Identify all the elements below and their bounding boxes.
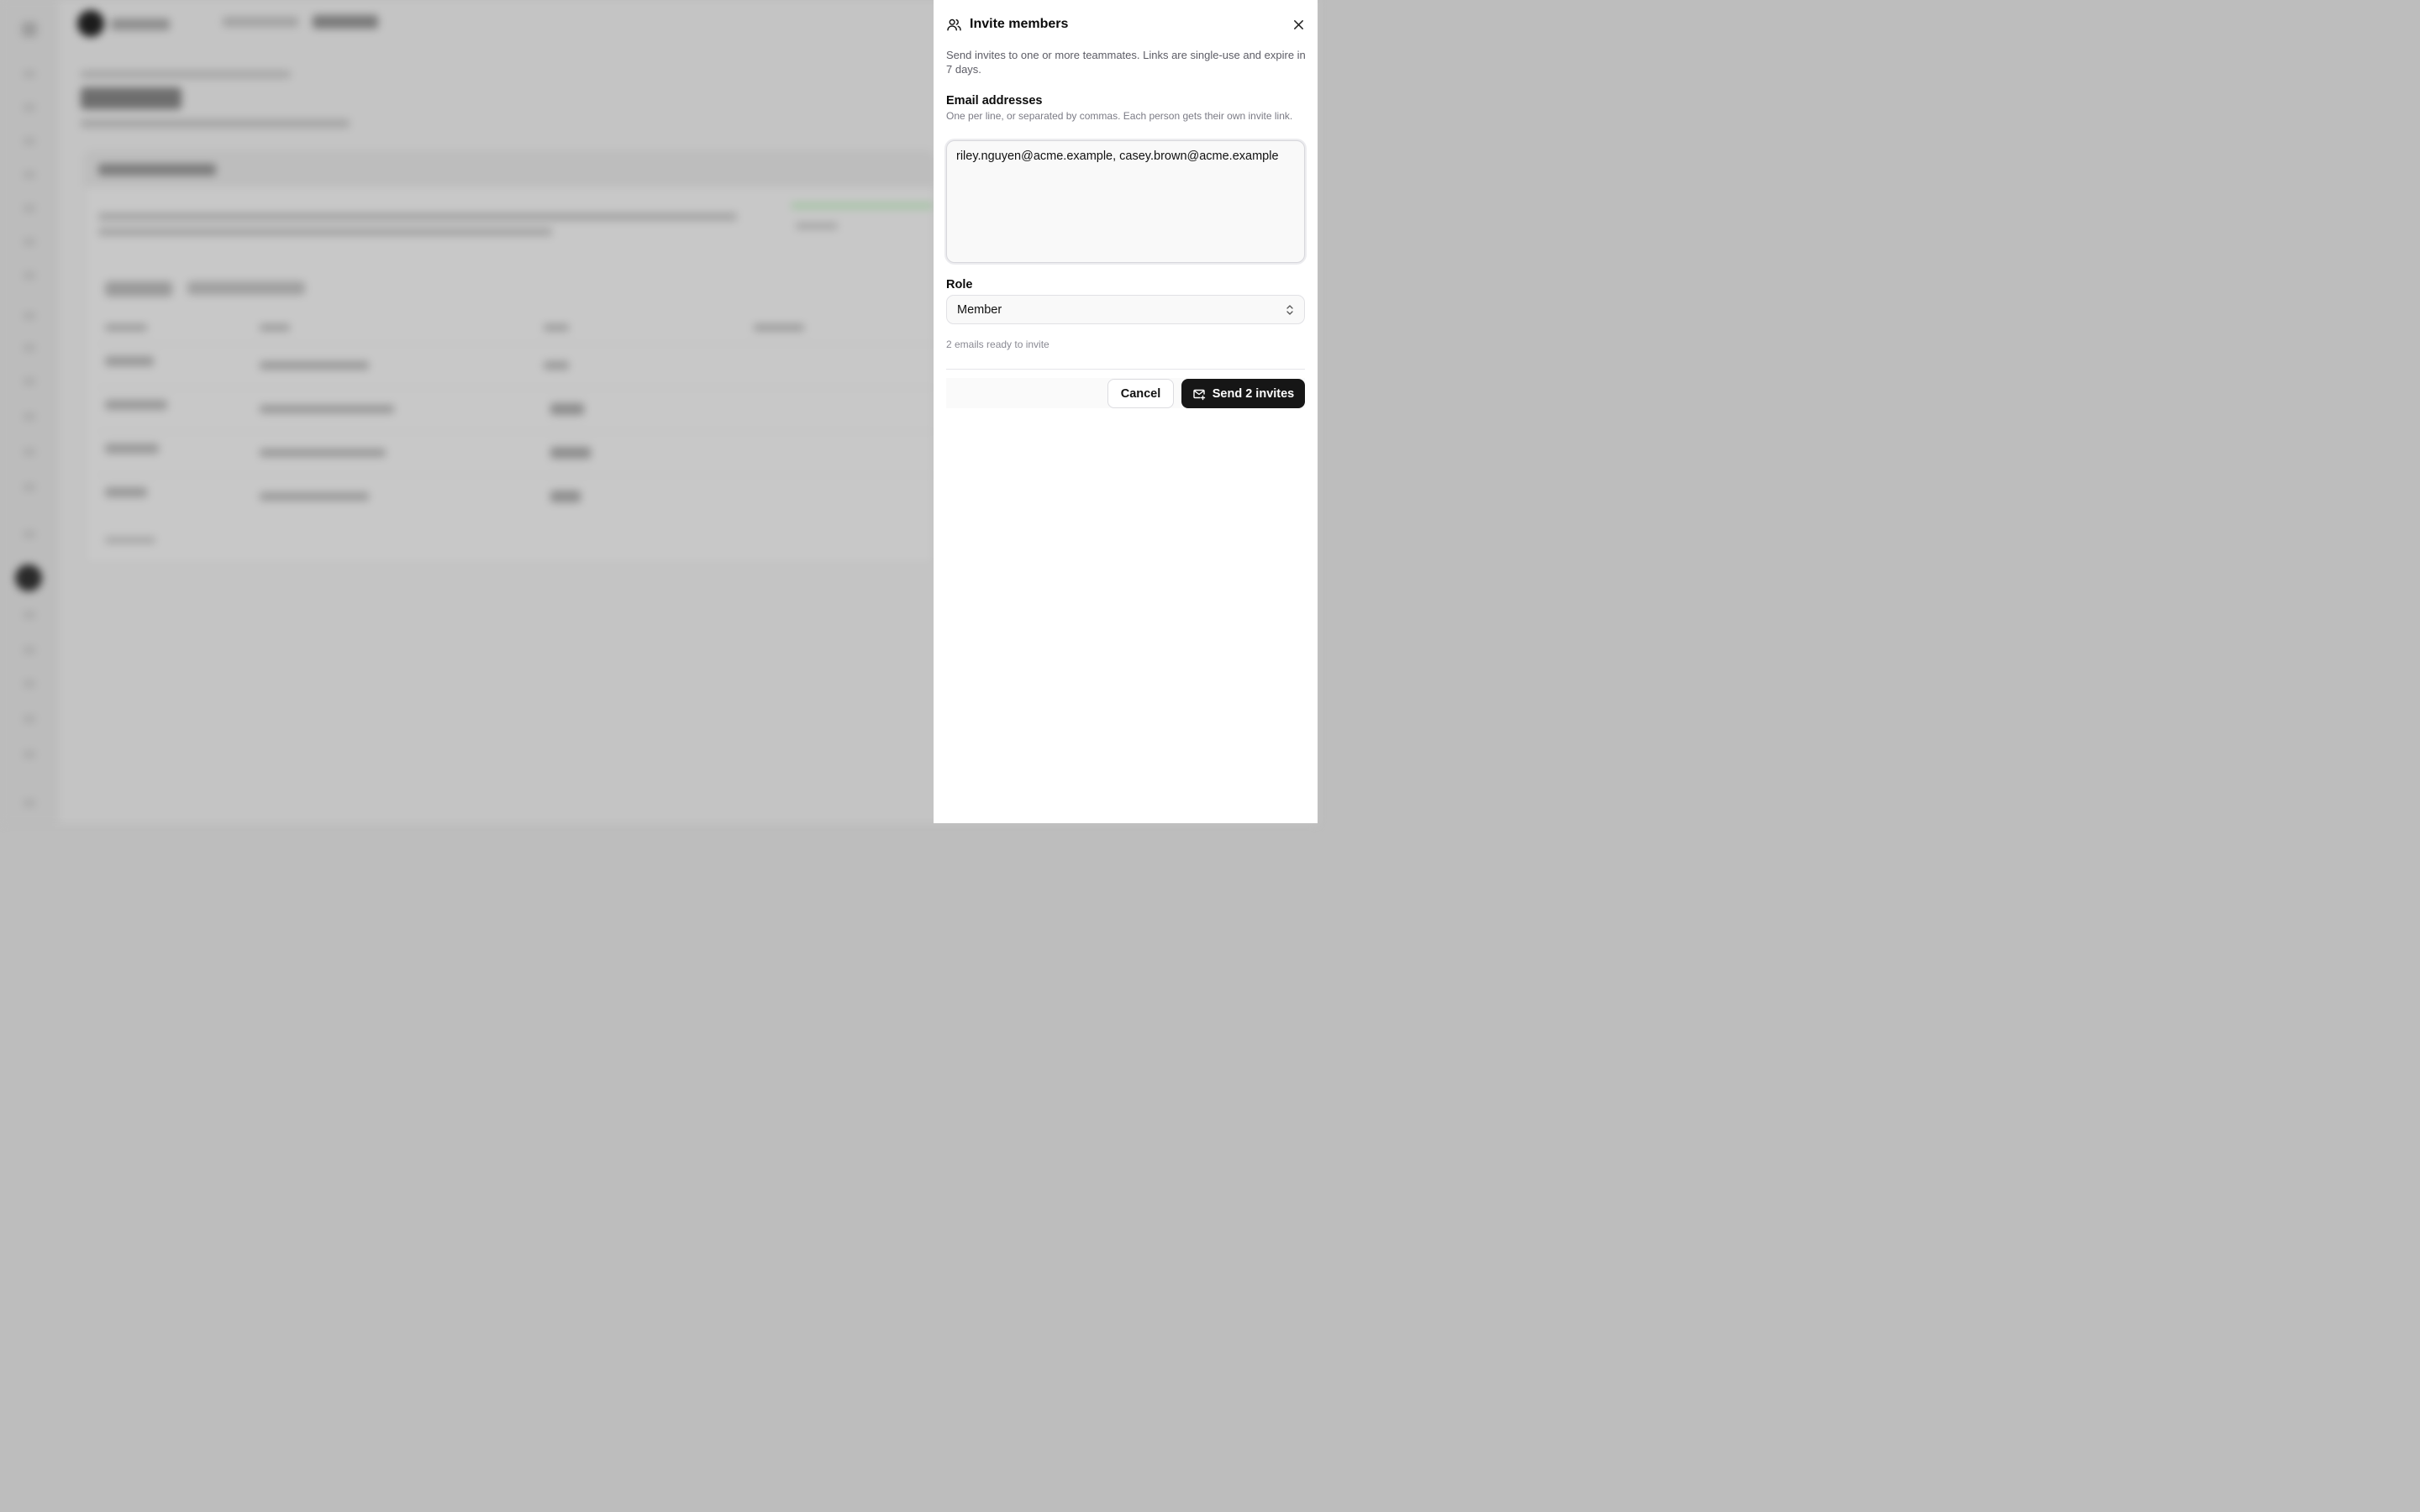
invite-members-drawer: Invite members Send invites to one or mo…: [934, 0, 1318, 823]
background-card-title: [98, 164, 216, 176]
email-addresses-input[interactable]: riley.nguyen@acme.example, casey.brown@a…: [946, 140, 1305, 263]
background-rail: [0, 0, 59, 823]
background-rail-item: [24, 680, 35, 687]
background-cell: [550, 403, 584, 415]
background-rail-item: [24, 239, 35, 245]
background-cell: [260, 449, 386, 457]
background-cell: [544, 324, 569, 331]
background-breadcrumb: [313, 15, 378, 29]
background-rail-item: [24, 716, 35, 722]
chevron-up-down-icon: [1286, 305, 1293, 315]
drawer-description: Send invites to one or more teammates. L…: [946, 49, 1306, 76]
background-breadcrumb: [223, 17, 298, 27]
footer-divider: [946, 369, 1305, 370]
background-rail-item: [24, 449, 35, 455]
background-logo-text: [111, 18, 170, 30]
background-cell: [260, 405, 394, 413]
background-table-row: [98, 344, 934, 388]
background-cell: [105, 356, 154, 366]
users-icon: [946, 16, 963, 33]
background-tab: [105, 281, 172, 297]
background-table-row: [98, 431, 934, 475]
background-rail-item: [24, 272, 35, 279]
background-rail-item: [24, 71, 35, 77]
close-button[interactable]: [1288, 14, 1308, 34]
background-rail-item: [24, 484, 35, 491]
send-invites-button[interactable]: Send 2 invites: [1181, 379, 1305, 408]
background-breadcrumb: [81, 71, 291, 78]
background-card-header: [85, 152, 934, 187]
background-rail-item: [24, 531, 35, 538]
role-select[interactable]: Member: [946, 295, 1305, 324]
background-rail-item: [24, 413, 35, 420]
background-cell: [260, 361, 369, 370]
role-label: Role: [946, 278, 973, 291]
background-logo: [77, 10, 104, 37]
email-addresses-label: Email addresses: [946, 94, 1043, 108]
close-icon: [1293, 19, 1303, 29]
background-menu-icon: [22, 22, 37, 37]
background-rail-item: [24, 171, 35, 178]
invite-status-text: 2 emails ready to invite: [946, 339, 1050, 350]
cancel-button[interactable]: Cancel: [1107, 379, 1174, 408]
background-cell: [105, 400, 167, 410]
background-table-row: [98, 475, 934, 519]
email-addresses-hint: One per line, or separated by commas. Ea…: [946, 110, 1293, 122]
background-cell: [105, 487, 147, 497]
background-text-line: [98, 228, 552, 236]
background-rail-item: [24, 612, 35, 618]
background-avatar: [15, 564, 42, 591]
background-text-line: [796, 223, 838, 229]
background-page-title: [81, 87, 182, 109]
send-invites-label: Send 2 invites: [1212, 386, 1295, 401]
background-rail-item: [24, 312, 35, 319]
background-cell: [260, 492, 369, 501]
background-cell: [260, 324, 290, 331]
background-rail-item: [24, 344, 35, 351]
background-rail-item: [24, 104, 35, 111]
drawer-header: Invite members: [946, 13, 1305, 35]
mail-plus-icon: [1192, 387, 1206, 401]
background-footer-text: [105, 537, 155, 543]
background-rail-item: [24, 800, 35, 806]
background-rail-item: [24, 378, 35, 385]
background-rail-item: [24, 138, 35, 144]
background-rail-item: [24, 205, 35, 212]
background-cell: [544, 361, 569, 370]
background-cell: [105, 444, 159, 454]
background-tab: [187, 281, 305, 295]
role-selected-value: Member: [957, 302, 1002, 317]
background-table-row: [98, 387, 934, 432]
drawer-title: Invite members: [970, 17, 1069, 31]
background-cell: [550, 447, 591, 459]
background-text-line: [98, 213, 737, 221]
background-rail-item: [24, 647, 35, 654]
background-rail-item: [24, 751, 35, 758]
background-progress: [791, 202, 934, 209]
background-cell: [550, 491, 581, 502]
background-cell: [105, 324, 147, 331]
background-cell: [754, 324, 804, 331]
background-page-subtitle: [81, 119, 350, 128]
background-members-card: [84, 151, 934, 564]
